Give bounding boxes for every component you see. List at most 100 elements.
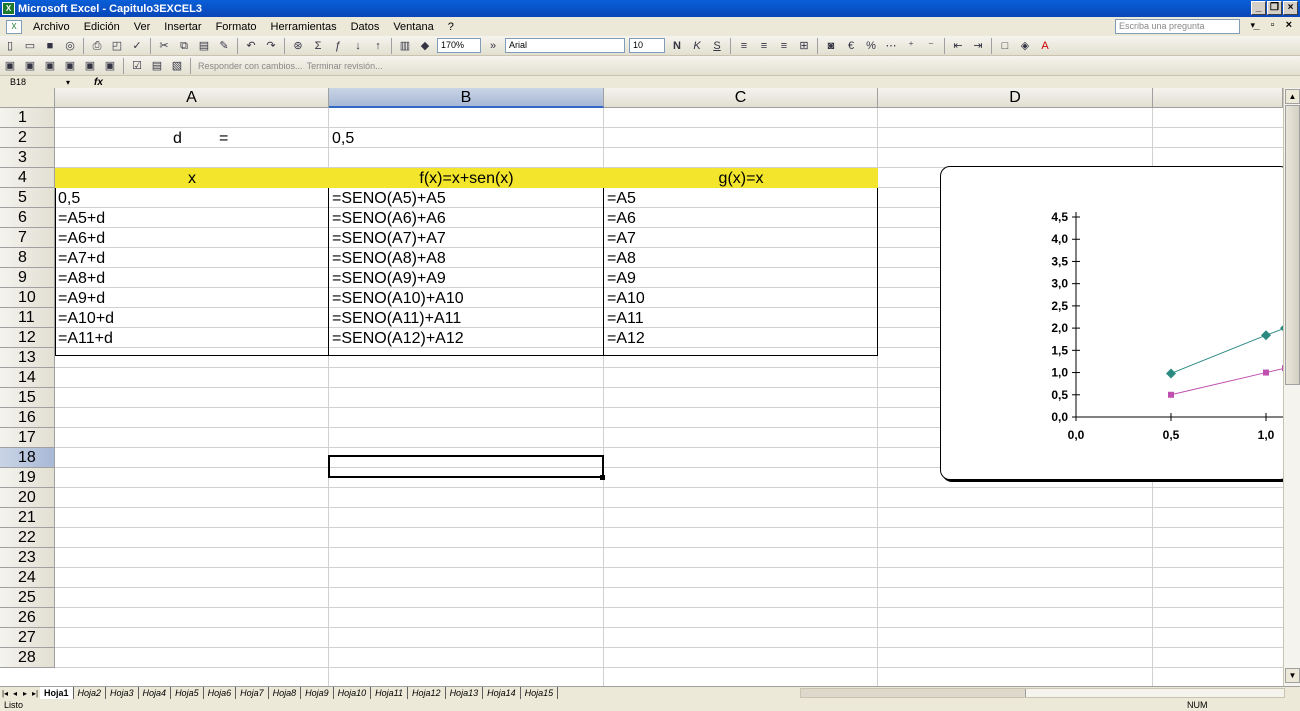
align-center-icon[interactable]: ≡ (756, 38, 772, 54)
review-icon-1[interactable]: ▣ (2, 58, 18, 74)
menu-insertar[interactable]: Insertar (157, 21, 208, 33)
end-review-button[interactable]: Terminar revisión... (307, 61, 383, 71)
row-header-12[interactable]: 12 (0, 328, 55, 348)
cell-a7[interactable]: =A6+d (55, 228, 329, 249)
format-painter-icon[interactable]: ✎ (216, 38, 232, 54)
row-header-18[interactable]: 18 (0, 448, 55, 468)
row-header-9[interactable]: 9 (0, 268, 55, 288)
thousands-icon[interactable]: ⋯ (883, 38, 899, 54)
row-header-10[interactable]: 10 (0, 288, 55, 308)
review-icon-6[interactable]: ▣ (102, 58, 118, 74)
row-header-1[interactable]: 1 (0, 108, 55, 128)
cell-c8[interactable]: =A8 (604, 248, 878, 269)
row-header-13[interactable]: 13 (0, 348, 55, 368)
function-icon[interactable]: fx (94, 77, 103, 88)
sheet-tab-hoja10[interactable]: Hoja10 (334, 687, 372, 699)
scroll-up-button[interactable]: ▲ (1285, 89, 1300, 104)
new-icon[interactable]: ▯ (2, 38, 18, 54)
cell-a8[interactable]: =A7+d (55, 248, 329, 269)
bold-icon[interactable]: N (669, 38, 685, 54)
review-icon-2[interactable]: ▣ (22, 58, 38, 74)
sheet-tab-hoja6[interactable]: Hoja6 (204, 687, 237, 699)
horizontal-scroll-thumb[interactable] (801, 689, 1026, 697)
col-header-b[interactable]: B (329, 88, 604, 108)
selected-cell-b18[interactable] (328, 455, 604, 478)
zoom-select[interactable]: 170% (437, 38, 481, 53)
cell-c11[interactable]: =A11 (604, 308, 878, 329)
cell-c4[interactable]: g(x)=x (604, 168, 878, 189)
cell-b6[interactable]: =SENO(A6)+A6 (329, 208, 604, 229)
sheet-tab-hoja15[interactable]: Hoja15 (521, 687, 559, 699)
cell-b11[interactable]: =SENO(A11)+A11 (329, 308, 604, 329)
last-sheet-button[interactable]: ▸| (30, 689, 40, 698)
row-header-14[interactable]: 14 (0, 368, 55, 388)
cell-a2[interactable]: d = (55, 128, 329, 149)
cell-a12[interactable]: =A11+d (55, 328, 329, 349)
row-header-8[interactable]: 8 (0, 248, 55, 268)
increase-decimal-icon[interactable]: ⁺ (903, 38, 919, 54)
decrease-indent-icon[interactable]: ⇤ (950, 38, 966, 54)
sheet-tab-hoja12[interactable]: Hoja12 (408, 687, 446, 699)
menu-help[interactable]: ? (441, 21, 461, 33)
scroll-thumb[interactable] (1285, 105, 1300, 385)
review-icon-8[interactable]: ▤ (149, 58, 165, 74)
print-preview-icon[interactable]: ◰ (109, 38, 125, 54)
row-header-24[interactable]: 24 (0, 568, 55, 588)
cell-a6[interactable]: =A5+d (55, 208, 329, 229)
row-header-27[interactable]: 27 (0, 628, 55, 648)
minimize-button[interactable]: _ (1251, 1, 1266, 15)
sort-descending-icon[interactable]: ↑ (370, 38, 386, 54)
euro-icon[interactable]: € (843, 38, 859, 54)
first-sheet-button[interactable]: |◂ (0, 689, 10, 698)
cell-b7[interactable]: =SENO(A7)+A7 (329, 228, 604, 249)
menu-datos[interactable]: Datos (344, 21, 387, 33)
cell-a10[interactable]: =A9+d (55, 288, 329, 309)
cell-c10[interactable]: =A10 (604, 288, 878, 309)
worksheet-grid[interactable]: A B C D 1 2 3 4 5 6 7 8 9 10 11 12 13 14 15 16 17 18 19 20 2… (0, 88, 1283, 686)
function-icon[interactable]: ƒ (330, 38, 346, 54)
percent-icon[interactable]: % (863, 38, 879, 54)
paste-icon[interactable]: ▤ (196, 38, 212, 54)
chart-area[interactable]: 4,5 4,0 3,5 3,0 2,5 2,0 1,5 1,0 0,5 0,0 0,0 0,5 1,0 (940, 166, 1283, 480)
col-header-d[interactable]: D (878, 88, 1153, 108)
chevron-down-icon[interactable]: ▾ (66, 78, 70, 87)
review-icon-4[interactable]: ▣ (62, 58, 78, 74)
chart-wizard-icon[interactable]: ▥ (397, 38, 413, 54)
cell-a11[interactable]: =A10+d (55, 308, 329, 329)
align-left-icon[interactable]: ≡ (736, 38, 752, 54)
align-right-icon[interactable]: ≡ (776, 38, 792, 54)
currency-icon[interactable]: ◙ (823, 38, 839, 54)
col-header-a[interactable]: A (55, 88, 329, 108)
review-icon-3[interactable]: ▣ (42, 58, 58, 74)
cell-a5[interactable]: 0,5 (55, 188, 329, 209)
row-header-19[interactable]: 19 (0, 468, 55, 488)
cell-c9[interactable]: =A9 (604, 268, 878, 289)
sheet-tab-hoja14[interactable]: Hoja14 (483, 687, 521, 699)
row-header-7[interactable]: 7 (0, 228, 55, 248)
font-color-icon[interactable]: A (1037, 38, 1053, 54)
cell-b9[interactable]: =SENO(A9)+A9 (329, 268, 604, 289)
merge-center-icon[interactable]: ⊞ (796, 38, 812, 54)
fill-color-icon[interactable]: ◈ (1017, 38, 1033, 54)
row-header-11[interactable]: 11 (0, 308, 55, 328)
menu-herramientas[interactable]: Herramientas (264, 21, 344, 33)
sort-ascending-icon[interactable]: ↓ (350, 38, 366, 54)
permission-icon[interactable]: ◎ (62, 38, 78, 54)
menu-formato[interactable]: Formato (209, 21, 264, 33)
sheet-tab-hoja11[interactable]: Hoja11 (371, 687, 409, 699)
fill-handle[interactable] (600, 475, 605, 480)
row-header-21[interactable]: 21 (0, 508, 55, 528)
row-header-28[interactable]: 28 (0, 648, 55, 668)
document-window-buttons[interactable]: _ ▫ × (1253, 19, 1296, 31)
reply-with-changes-button[interactable]: Responder con cambios... (198, 61, 303, 71)
cell-b12[interactable]: =SENO(A12)+A12 (329, 328, 604, 349)
menu-ver[interactable]: Ver (127, 21, 158, 33)
review-icon-7[interactable]: ☑ (129, 58, 145, 74)
font-select[interactable]: Arial (505, 38, 625, 53)
row-header-26[interactable]: 26 (0, 608, 55, 628)
cut-icon[interactable]: ✂ (156, 38, 172, 54)
undo-icon[interactable]: ↶ (243, 38, 259, 54)
row-header-15[interactable]: 15 (0, 388, 55, 408)
cell-b4[interactable]: f(x)=x+sen(x) (329, 168, 604, 189)
sheet-tab-hoja5[interactable]: Hoja5 (171, 687, 204, 699)
